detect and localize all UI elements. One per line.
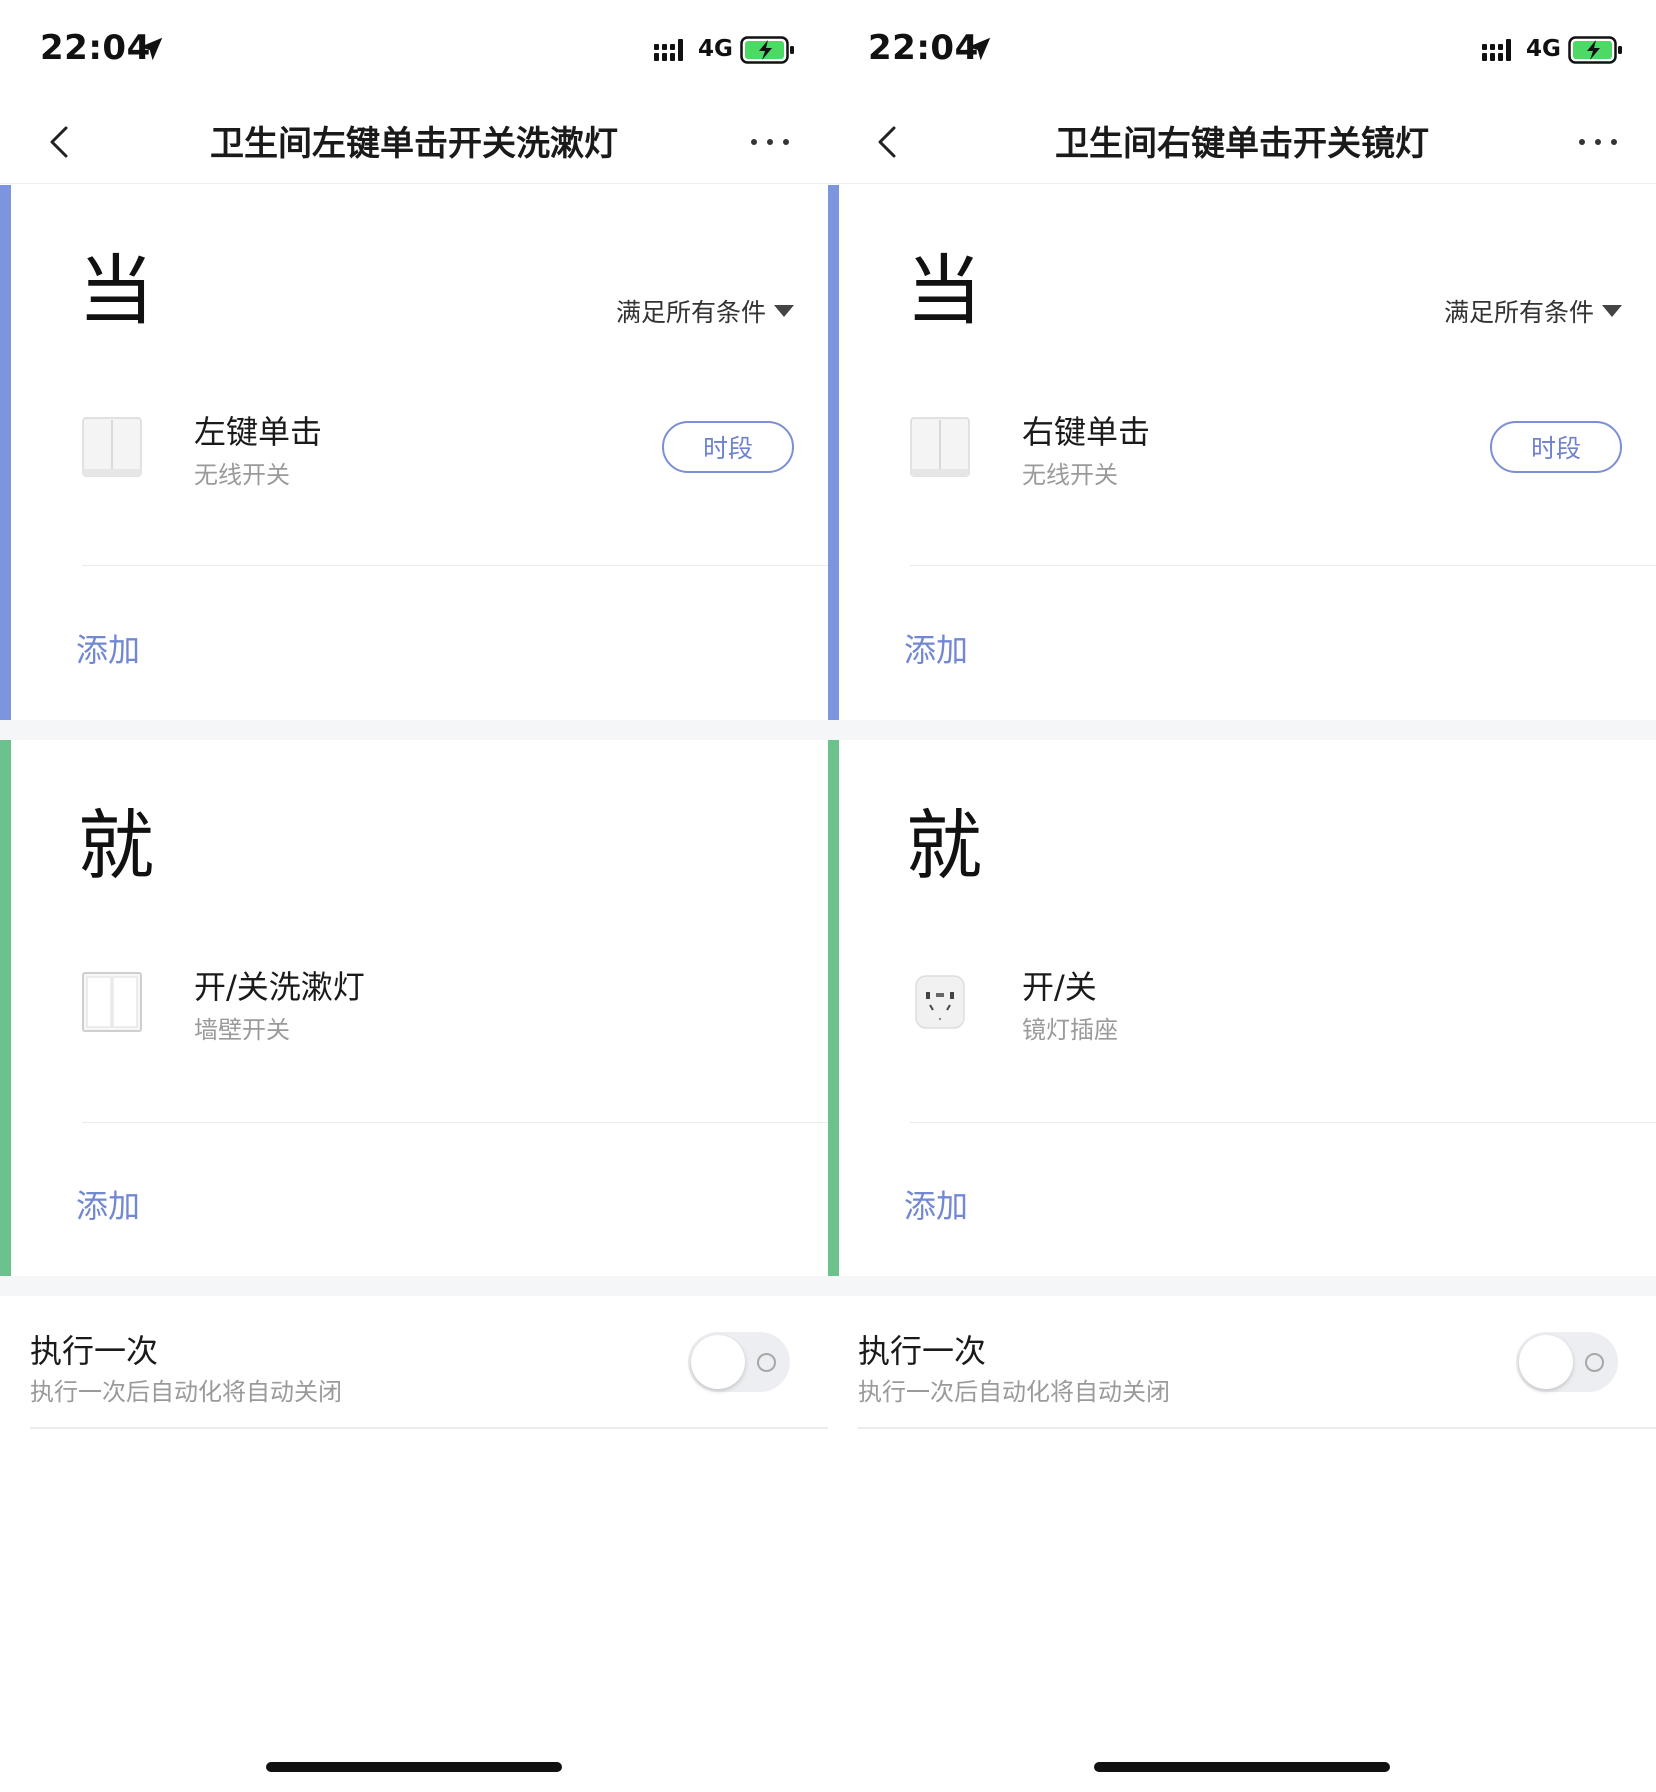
toggle-off-indicator-icon (757, 1353, 776, 1372)
toggle-knob (1519, 1335, 1573, 1389)
section-gap (0, 1276, 828, 1296)
more-options-icon[interactable] (748, 130, 792, 154)
add-condition-link[interactable]: 添加 (904, 625, 968, 671)
run-once-description: 执行一次后自动化将自动关闭 (858, 1378, 1170, 1406)
page-title: 卫生间右键单击开关镜灯 (1055, 124, 1429, 164)
network-type: 4G (698, 36, 733, 62)
condition-device: 无线开关 (194, 461, 290, 489)
location-arrow-icon (967, 37, 991, 61)
condition-title: 右键单击 (1022, 413, 1151, 451)
wireless-switch-icon (910, 417, 970, 477)
toggle-knob (691, 1335, 745, 1389)
caret-down-icon (774, 305, 794, 317)
action-row[interactable]: 开/关洗漱灯 墙壁开关 (0, 952, 828, 1052)
action-device: 镜灯插座 (1022, 1016, 1118, 1044)
action-heading: 就 (906, 801, 982, 890)
condition-row[interactable]: 左键单击 无线开关 时段 (0, 397, 828, 497)
section-gap (828, 720, 1656, 740)
action-section: 就 开/关洗漱灯 墙壁开关 添加 (0, 740, 828, 1276)
home-indicator[interactable] (266, 1762, 562, 1772)
status-time: 22:04 (868, 28, 979, 68)
add-condition-link[interactable]: 添加 (76, 625, 140, 671)
action-row[interactable]: 开/关 镜灯插座 (828, 952, 1656, 1052)
phone-screen-right: 22:04 4G 卫生间右键单击开关镜灯 当 满足所有条件 右键单击 无线开关 … (828, 0, 1656, 1792)
condition-heading: 当 (906, 246, 982, 335)
wireless-switch-icon (82, 417, 142, 477)
condition-device: 无线开关 (1022, 461, 1118, 489)
row-divider (82, 565, 828, 566)
status-time: 22:04 (40, 28, 151, 68)
signal-strength-icon (1482, 39, 1511, 61)
run-once-title: 执行一次 (30, 1332, 159, 1370)
action-title: 开/关洗漱灯 (194, 968, 365, 1006)
back-arrow-icon[interactable] (868, 122, 908, 162)
nav-bar: 卫生间右键单击开关镜灯 (828, 100, 1656, 184)
row-divider (858, 1427, 1656, 1429)
battery-charging-icon (1568, 36, 1622, 64)
condition-section: 当 满足所有条件 左键单击 无线开关 时段 添加 (0, 185, 828, 720)
action-device: 墙壁开关 (194, 1016, 290, 1044)
add-action-link[interactable]: 添加 (904, 1181, 968, 1227)
time-period-button[interactable]: 时段 (662, 421, 794, 473)
row-divider (82, 1122, 828, 1123)
page-title: 卫生间左键单击开关洗漱灯 (210, 124, 618, 164)
wall-switch-icon (82, 972, 142, 1032)
action-heading: 就 (78, 801, 154, 890)
caret-down-icon (1602, 305, 1622, 317)
condition-mode-label: 满足所有条件 (615, 298, 766, 327)
back-arrow-icon[interactable] (40, 122, 80, 162)
toggle-off-indicator-icon (1585, 1353, 1604, 1372)
more-options-icon[interactable] (1576, 130, 1620, 154)
add-action-link[interactable]: 添加 (76, 1181, 140, 1227)
run-once-description: 执行一次后自动化将自动关闭 (30, 1378, 342, 1406)
time-period-button[interactable]: 时段 (1490, 421, 1622, 473)
smart-plug-icon (915, 975, 965, 1029)
condition-mode-dropdown[interactable]: 满足所有条件 (616, 293, 794, 329)
battery-charging-icon (740, 36, 794, 64)
run-once-setting: 执行一次 执行一次后自动化将自动关闭 (828, 1296, 1656, 1429)
run-once-setting: 执行一次 执行一次后自动化将自动关闭 (0, 1296, 828, 1429)
action-section: 就 开/关 镜灯插座 添加 (828, 740, 1656, 1276)
condition-heading: 当 (78, 246, 154, 335)
status-bar: 22:04 4G (828, 0, 1656, 100)
home-indicator[interactable] (1094, 1762, 1390, 1772)
row-divider (910, 565, 1656, 566)
run-once-toggle[interactable] (688, 1332, 790, 1392)
condition-mode-label: 满足所有条件 (1443, 298, 1594, 327)
network-type: 4G (1526, 36, 1561, 62)
location-arrow-icon (139, 37, 163, 61)
status-bar: 22:04 4G (0, 0, 828, 100)
condition-section: 当 满足所有条件 右键单击 无线开关 时段 添加 (828, 185, 1656, 720)
run-once-title: 执行一次 (858, 1332, 987, 1370)
signal-strength-icon (654, 39, 683, 61)
condition-row[interactable]: 右键单击 无线开关 时段 (828, 397, 1656, 497)
action-title: 开/关 (1022, 968, 1097, 1006)
row-divider (910, 1122, 1656, 1123)
run-once-toggle[interactable] (1516, 1332, 1618, 1392)
phone-screen-left: 22:04 4G 卫生间左键单击开关洗漱灯 当 满足所有条件 左键单击 无线开关… (0, 0, 828, 1792)
condition-title: 左键单击 (194, 413, 323, 451)
row-divider (30, 1427, 828, 1429)
condition-mode-dropdown[interactable]: 满足所有条件 (1444, 293, 1622, 329)
section-gap (828, 1276, 1656, 1296)
section-gap (0, 720, 828, 740)
nav-bar: 卫生间左键单击开关洗漱灯 (0, 100, 828, 184)
